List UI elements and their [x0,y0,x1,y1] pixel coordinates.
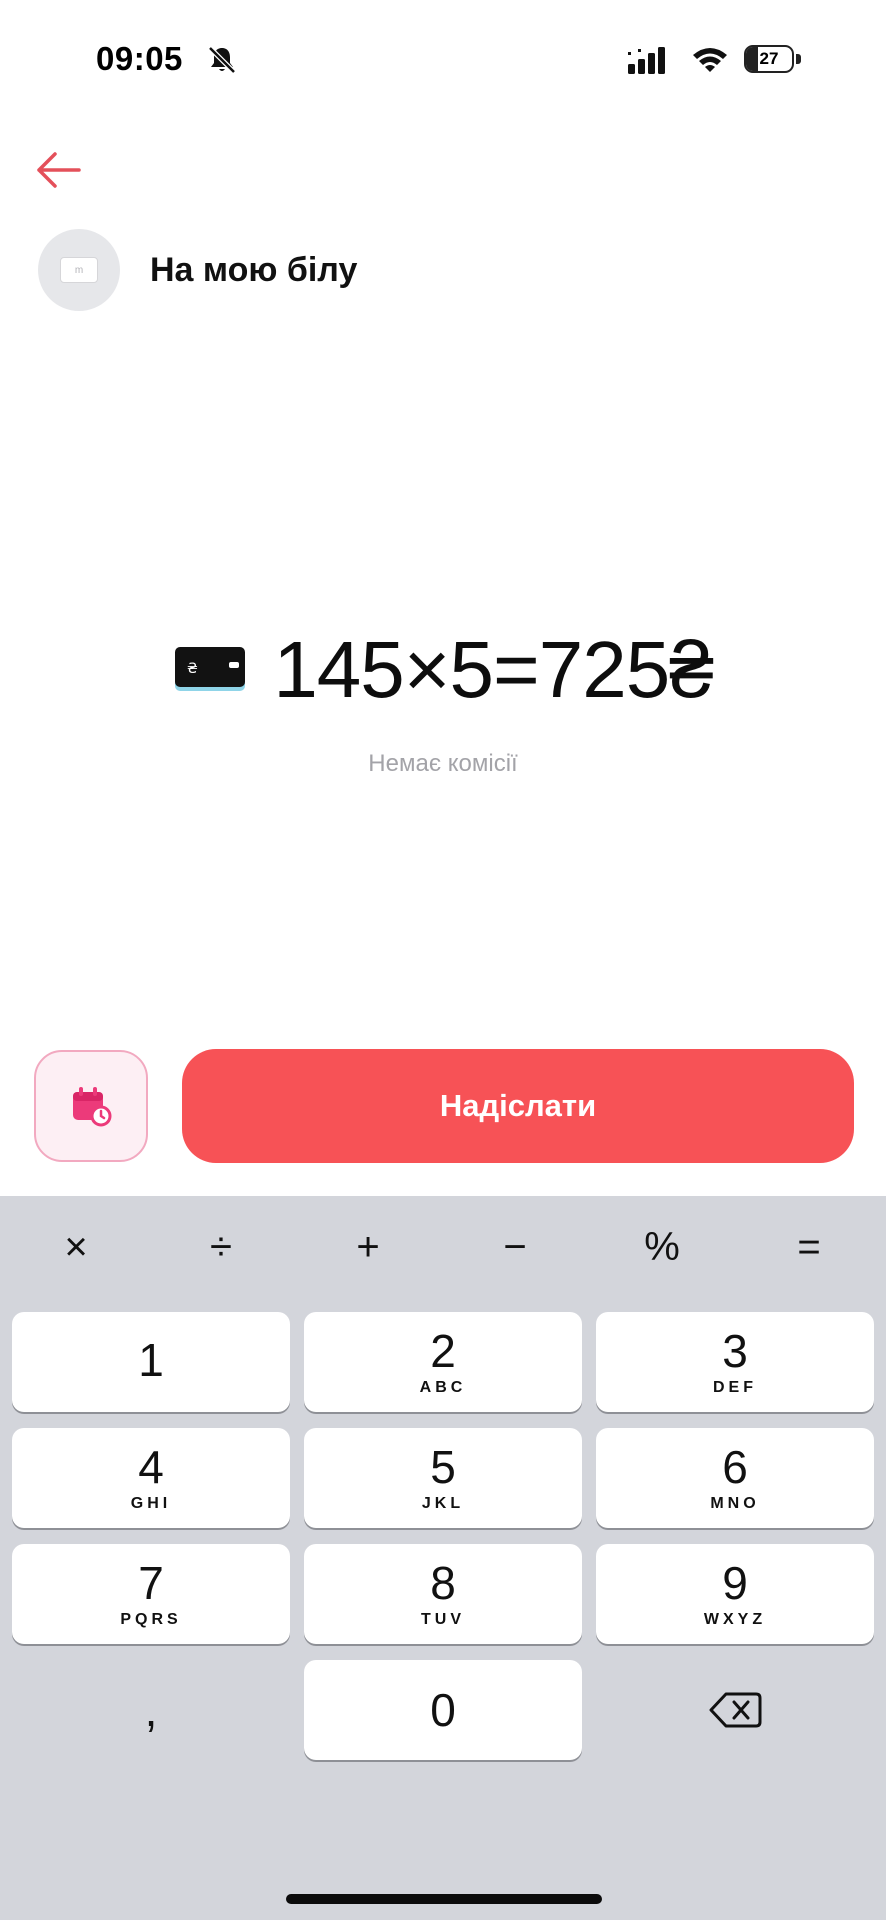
divide-key[interactable]: ÷ [171,1212,271,1282]
bell-slash-icon [208,46,236,74]
key-letters: GHI [130,1495,172,1512]
comma-label: , [144,1684,158,1736]
status-time: 09:05 [96,40,183,77]
key-3[interactable]: 3 DEF [596,1312,874,1412]
card-icon[interactable]: ₴ [173,645,247,695]
key-digit: 6 [722,1441,748,1493]
avatar-card-text: m [74,264,84,276]
equals-key[interactable]: = [759,1212,859,1282]
key-6[interactable]: 6 MNO [596,1428,874,1528]
key-digit: 3 [722,1325,748,1377]
amount-row: ₴ 145×5=725₴ [0,620,886,720]
key-9[interactable]: 9 WXYZ [596,1544,874,1644]
key-letters: WXYZ [703,1611,767,1628]
key-letters: ABC [419,1379,467,1396]
home-indicator[interactable] [286,1894,602,1904]
key-0[interactable]: 0 [304,1660,582,1760]
back-button[interactable] [28,140,88,200]
key-digit: 8 [430,1557,456,1609]
comma-key[interactable]: , [12,1660,290,1760]
status-bar: 09:05 27 [0,0,886,120]
key-5[interactable]: 5 JKL [304,1428,582,1528]
key-digit: 4 [138,1441,164,1493]
svg-text:₴: ₴ [187,661,198,677]
operator-row: × ÷ + − % = [0,1196,886,1306]
minus-key[interactable]: − [465,1212,565,1282]
backspace-icon [709,1692,762,1728]
key-1[interactable]: 1 [12,1312,290,1412]
recipient[interactable]: m На мою білу [38,228,357,312]
commission-note: Немає комісії [368,750,518,777]
key-digit: 1 [138,1334,164,1386]
schedule-button[interactable] [34,1050,148,1162]
battery-icon: 27 [744,45,804,75]
numeric-keyboard: × ÷ + − % = 1 2 ABC 3 DEF 4 GHI 5 JKL 6 … [0,1196,886,1920]
key-letters: TUV [421,1611,465,1628]
send-button[interactable]: Надіслати [182,1049,854,1163]
card-avatar-icon: m [60,257,98,283]
percent-key[interactable]: % [612,1212,712,1282]
multiply-key[interactable]: × [26,1212,126,1282]
key-2[interactable]: 2 ABC [304,1312,582,1412]
key-4[interactable]: 4 GHI [12,1428,290,1528]
calendar-clock-icon [73,1087,112,1127]
key-letters: PQRS [120,1611,182,1628]
key-letters: MNO [710,1495,760,1512]
key-digit: 9 [722,1557,748,1609]
signal-icon [628,47,665,74]
key-8[interactable]: 8 TUV [304,1544,582,1644]
key-digit: 2 [430,1325,456,1377]
plus-key[interactable]: + [318,1212,418,1282]
backspace-key[interactable] [596,1660,874,1760]
amount-expression: 145×5=725₴ [273,625,713,714]
back-arrow-icon [37,152,81,188]
avatar: m [38,229,120,311]
key-7[interactable]: 7 PQRS [12,1544,290,1644]
recipient-name: На мою білу [150,250,358,289]
key-digit: 0 [430,1684,456,1736]
key-digit: 7 [138,1557,164,1609]
key-letters: JKL [421,1495,465,1512]
key-digit: 5 [430,1441,456,1493]
key-letters: DEF [713,1379,757,1396]
battery-level: 27 [759,49,779,68]
wifi-icon [693,48,727,72]
